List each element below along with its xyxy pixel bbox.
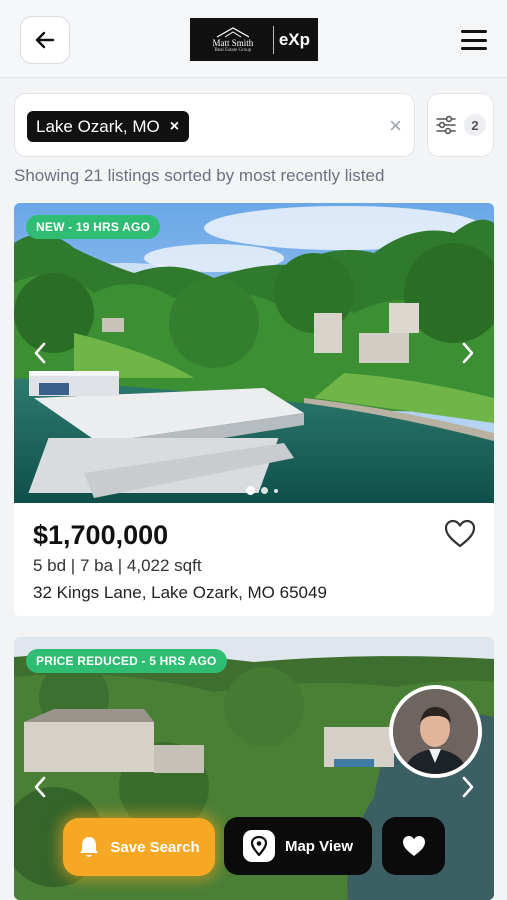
listing-price: $1,700,000 [33, 520, 169, 550]
agent-portrait [393, 689, 478, 774]
hamburger-menu-icon[interactable] [458, 27, 490, 53]
filter-count-badge: 2 [464, 114, 486, 136]
lake-house-photo [14, 203, 494, 503]
listing-address: 32 Kings Lane, Lake Ozark, MO 65049 [33, 583, 327, 602]
results-summary: Showing 21 listings sorted by most recen… [14, 166, 385, 185]
back-button[interactable] [20, 16, 70, 64]
chevron-right-icon [462, 776, 474, 798]
favorites-button[interactable] [382, 817, 445, 875]
chevron-left-icon [34, 342, 46, 364]
listing-info: $1,700,000 5 bd | 7 ba | 4,022 sqft 32 K… [14, 503, 494, 616]
heart-icon [402, 836, 425, 856]
location-chip-label: Lake Ozark, MO [36, 116, 160, 136]
map-view-button[interactable]: Map View [224, 817, 372, 875]
favorite-button[interactable] [444, 519, 476, 549]
chevron-right-icon [462, 342, 474, 364]
logo-name: Matt Smith [212, 37, 254, 48]
previous-photo-button[interactable] [28, 339, 52, 367]
bell-icon [80, 837, 99, 857]
listing-status-badge: PRICE REDUCED - 5 HRS AGO [26, 649, 227, 673]
photo-dot[interactable] [274, 488, 278, 493]
arrow-left-icon [35, 31, 55, 49]
sliders-icon [436, 115, 456, 135]
photo-dot[interactable] [246, 486, 255, 495]
app-header: Matt Smith Real Estate Group eXp [0, 0, 507, 78]
agent-avatar[interactable] [389, 685, 482, 778]
chip-remove-icon[interactable]: × [170, 118, 179, 136]
logo-wordmark: Matt Smith Real Estate Group [198, 26, 268, 54]
listing-card[interactable]: NEW - 19 HRS AGO $1,700,000 5 bd | 7 ba … [14, 203, 494, 616]
photo-dot[interactable] [261, 487, 268, 494]
next-photo-button[interactable] [456, 339, 480, 367]
logo-brand: eXp [278, 29, 310, 49]
next-photo-button[interactable] [456, 773, 480, 801]
photo-pagination-dots[interactable] [246, 486, 278, 495]
location-search-box[interactable]: Lake Ozark, MO × × [14, 93, 415, 157]
save-search-button[interactable]: Save Search [63, 818, 215, 876]
heart-outline-icon [444, 519, 476, 548]
chevron-left-icon [34, 776, 46, 798]
logo-divider [272, 25, 274, 54]
previous-photo-button[interactable] [28, 773, 52, 801]
location-chip[interactable]: Lake Ozark, MO × [27, 111, 190, 142]
listing-photo[interactable]: NEW - 19 HRS AGO [14, 203, 494, 503]
house-icon [216, 26, 250, 38]
clear-search-icon[interactable]: × [389, 113, 402, 139]
listing-specs: 5 bd | 7 ba | 4,022 sqft [33, 556, 202, 575]
save-search-label: Save Search [110, 838, 200, 856]
filter-button[interactable]: 2 [427, 93, 494, 157]
brand-logo[interactable]: Matt Smith Real Estate Group eXp [190, 18, 318, 61]
map-pin-icon [242, 830, 275, 862]
map-view-label: Map View [284, 837, 354, 855]
logo-subtitle: Real Estate Group [214, 47, 252, 53]
listing-status-badge: NEW - 19 HRS AGO [26, 215, 161, 239]
